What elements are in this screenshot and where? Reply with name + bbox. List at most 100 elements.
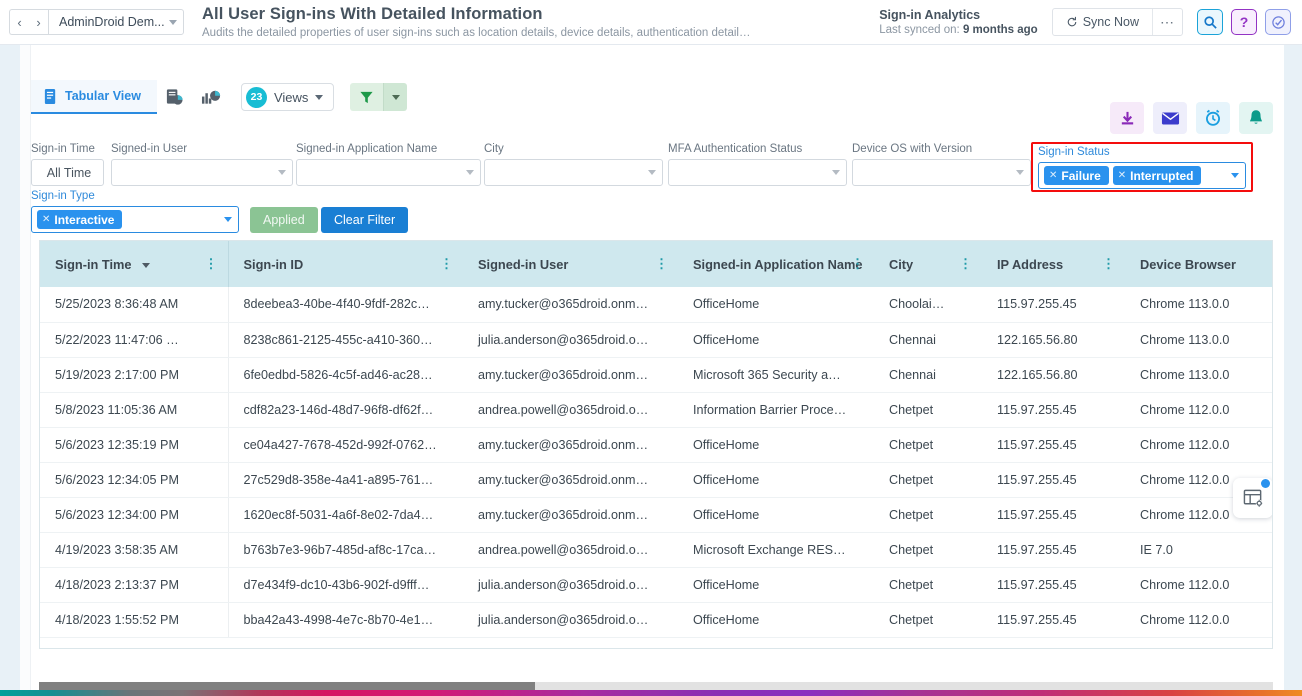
back-arrow-icon[interactable]: ‹ [10,10,29,34]
bottom-accent-bar [0,690,1302,696]
title-block: All User Sign-ins With Detailed Informat… [202,5,751,40]
right-rail-scrollbar[interactable] [1284,45,1302,696]
table-row[interactable]: 5/6/2023 12:34:00 PM1620ec8f-5031-4a6f-8… [40,497,1273,532]
filter-sign-in-type-input[interactable]: ✕ Interactive [31,206,239,233]
filter-bar: Sign-in Time All Time Signed-in User Sig… [31,142,1284,232]
table-row[interactable]: 5/25/2023 8:36:48 AM8deebea3-40be-4f40-9… [40,287,1273,322]
column-header-signed-in-app[interactable]: Signed-in Application Name ⋮ [678,241,874,287]
cell-signed-in-user: julia.anderson@o365droid.o… [463,322,678,357]
sync-now-button[interactable]: Sync Now [1053,9,1152,35]
header-icon-group: ? [1197,9,1291,35]
cell-sign-in-time: 5/19/2023 2:17:00 PM [40,357,228,392]
cell-city: Choolai… [874,287,982,322]
clear-filter-button[interactable]: Clear Filter [321,207,408,233]
table-row[interactable]: 4/19/2023 3:58:35 AMb763b7e3-96b7-485d-a… [40,532,1273,567]
filter-signed-in-app-input[interactable] [296,159,481,186]
app-window: ‹ › AdminDroid Dem... All User Sign-ins … [0,0,1302,696]
chip-remove-icon[interactable]: ✕ [42,214,50,225]
chevron-down-icon [224,217,232,222]
more-options-button[interactable]: ⋯ [1152,9,1182,35]
cell-signed-in-user: andrea.powell@o365droid.o… [463,392,678,427]
column-menu-icon[interactable]: ⋮ [655,262,668,266]
table-row[interactable]: 5/19/2023 2:17:00 PM6fe0edbd-5826-4c5f-a… [40,357,1273,392]
column-menu-icon[interactable]: ⋮ [851,262,864,266]
filter-dropdown-button[interactable] [383,83,407,111]
cell-device-browser: Chrome 112.0.0 [1125,427,1273,462]
views-dropdown-button[interactable]: 23 Views [241,83,334,111]
cell-signed-in-app: OfficeHome [678,287,874,322]
column-header-device-browser[interactable]: Device Browser [1125,241,1273,287]
cell-sign-in-id: ce04a427-7678-452d-992f-0762… [228,427,463,462]
envelope-icon [1161,111,1180,126]
search-button[interactable] [1197,9,1223,35]
column-menu-icon[interactable]: ⋮ [440,262,453,266]
filter-device-os-input[interactable] [852,159,1031,186]
alert-button[interactable] [1239,102,1273,134]
column-header-signed-in-user[interactable]: Signed-in User ⋮ [463,241,678,287]
download-button[interactable] [1110,102,1144,134]
help-button[interactable]: ? [1231,9,1257,35]
filter-sign-in-time-input[interactable]: All Time [31,159,104,186]
table-row[interactable]: 5/6/2023 12:35:19 PMce04a427-7678-452d-9… [40,427,1273,462]
refresh-icon [1066,16,1078,28]
forward-arrow-icon[interactable]: › [29,10,48,34]
table-row[interactable]: 4/18/2023 1:55:52 PMbba42a43-4998-4e7c-8… [40,602,1273,637]
filter-mfa-status-input[interactable] [668,159,847,186]
check-circle-icon [1271,15,1286,30]
cell-city: Chetpet [874,462,982,497]
chip-remove-icon[interactable]: ✕ [1049,170,1057,181]
column-menu-icon[interactable]: ⋮ [1102,262,1115,266]
cell-ip-address: 115.97.255.45 [982,427,1125,462]
chip-interrupted-label: Interrupted [1130,169,1193,183]
cell-ip-address: 115.97.255.45 [982,287,1125,322]
cell-sign-in-time: 5/6/2023 12:34:05 PM [40,462,228,497]
chip-failure[interactable]: ✕ Failure [1044,166,1109,185]
column-header-sign-in-time[interactable]: Sign-in Time ⋮ [40,241,228,287]
status-check-button[interactable] [1265,9,1291,35]
summary-report-button[interactable] [157,80,193,114]
email-button[interactable] [1153,102,1187,134]
chart-report-button[interactable] [193,80,229,114]
page-title: All User Sign-ins With Detailed Informat… [202,5,751,24]
sign-ins-table: Sign-in Time ⋮ Sign-in ID ⋮ Signed-in Us… [40,241,1273,638]
table-row[interactable]: 4/18/2023 2:13:37 PMd7e434f9-dc10-43b6-9… [40,567,1273,602]
tab-tabular-view[interactable]: Tabular View [31,80,157,114]
filter-city-input[interactable] [484,159,663,186]
table-row[interactable]: 5/22/2023 11:47:06 …8238c861-2125-455c-a… [40,322,1273,357]
table-settings-icon [1243,488,1264,509]
table-row[interactable]: 5/6/2023 12:34:05 PM27c529d8-358e-4a41-a… [40,462,1273,497]
action-icon-group [1110,102,1273,134]
column-header-ip-address[interactable]: IP Address ⋮ [982,241,1125,287]
bell-icon [1248,109,1264,127]
table-row[interactable]: 5/8/2023 11:05:36 AMcdf82a23-146d-48d7-9… [40,392,1273,427]
cell-city: Chennai [874,322,982,357]
filter-button[interactable] [350,83,383,111]
left-rail-inner [20,45,31,696]
sort-descending-icon[interactable] [142,263,150,268]
chip-interactive[interactable]: ✕ Interactive [37,210,122,229]
filter-sign-in-status-input[interactable]: ✕ Failure ✕ Interrupted [1038,162,1246,189]
filter-signed-in-user-input[interactable] [111,159,293,186]
chevron-down-icon [466,170,474,175]
cell-ip-address: 115.97.255.45 [982,462,1125,497]
applied-button[interactable]: Applied [250,207,318,233]
view-toolbar: Tabular View [31,78,1284,116]
cell-signed-in-user: amy.tucker@o365droid.onm… [463,497,678,532]
cell-sign-in-time: 4/18/2023 1:55:52 PM [40,602,228,637]
chip-remove-icon[interactable]: ✕ [1118,170,1126,181]
cell-device-browser: Chrome 112.0.0 [1125,602,1273,637]
cell-sign-in-id: bba42a43-4998-4e7c-8b70-4e1… [228,602,463,637]
chevron-down-icon [278,170,286,175]
schedule-button[interactable] [1196,102,1230,134]
filter-city-label: City [484,142,663,157]
column-header-sign-in-id[interactable]: Sign-in ID ⋮ [228,241,463,287]
column-header-city[interactable]: City ⋮ [874,241,982,287]
column-menu-icon[interactable]: ⋮ [205,262,218,266]
column-menu-icon[interactable]: ⋮ [959,262,972,266]
document-chart-icon [165,88,184,107]
org-selector-dropdown[interactable]: AdminDroid Dem... [48,9,184,35]
chip-interrupted[interactable]: ✕ Interrupted [1113,166,1202,185]
column-header-sign-in-time-label: Sign-in Time [55,257,132,272]
download-icon [1119,110,1136,127]
table-body: 5/25/2023 8:36:48 AM8deebea3-40be-4f40-9… [40,287,1273,637]
